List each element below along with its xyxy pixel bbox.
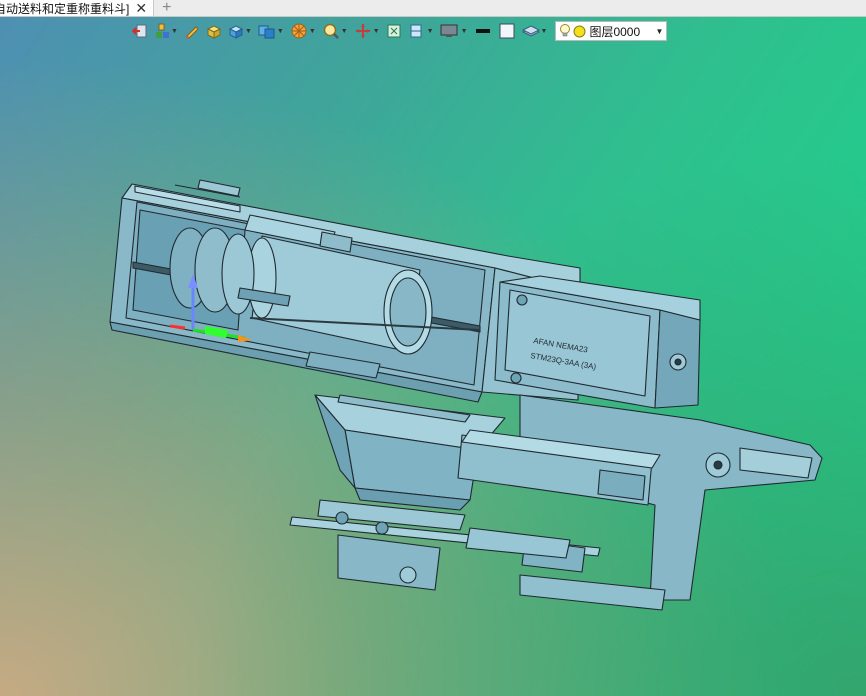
cad-viewport[interactable]: AFAN NEMA23 STM23Q-3AA (3A) bbox=[0, 0, 866, 696]
base-plate bbox=[289, 499, 666, 611]
